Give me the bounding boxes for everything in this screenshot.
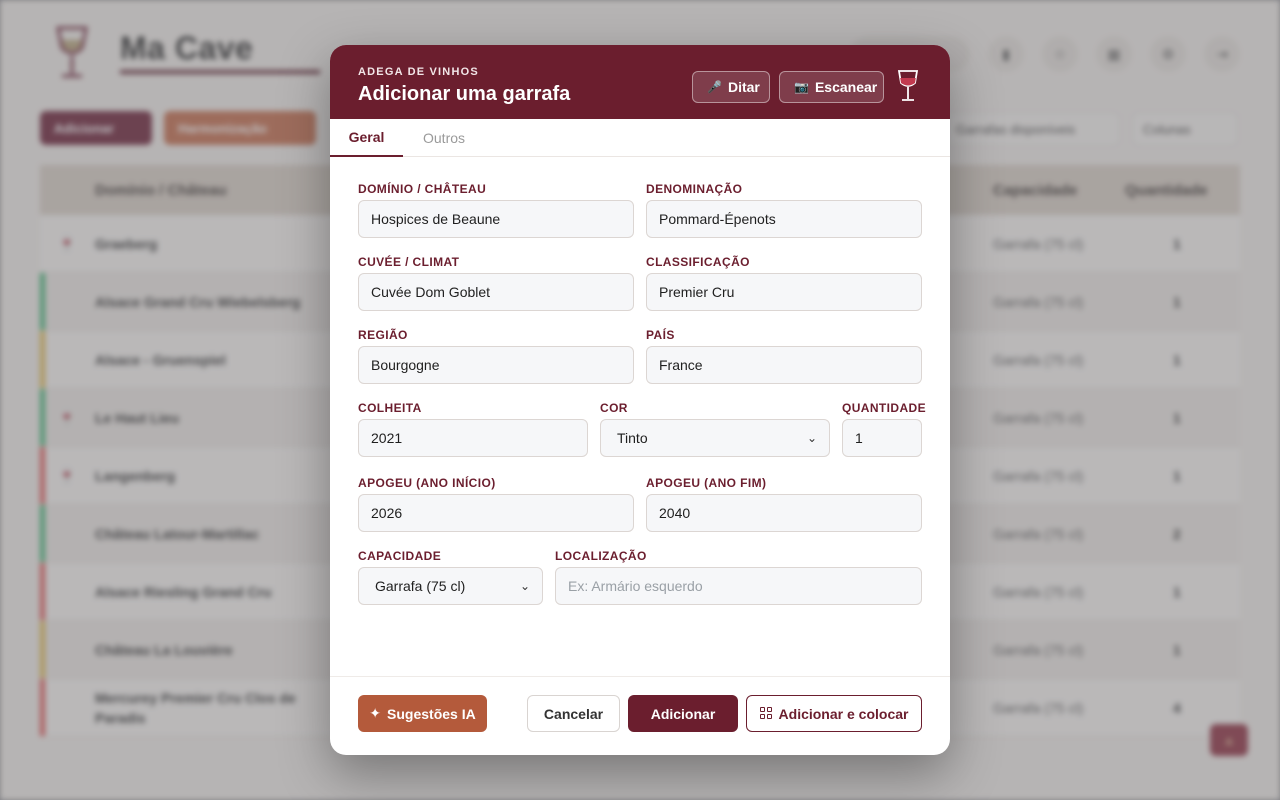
peak-start-label: APOGEU (ANO INÍCIO): [358, 476, 496, 490]
capacity-label: CAPACIDADE: [358, 549, 442, 563]
chevron-down-icon: ⌄: [806, 431, 817, 445]
denomination-label: DENOMINAÇÃO: [646, 182, 743, 196]
region-input[interactable]: Bourgogne: [358, 346, 634, 384]
country-input[interactable]: France: [646, 346, 922, 384]
color-label: COR: [600, 401, 628, 415]
ai-suggestions-label: Sugestões IA: [387, 705, 476, 722]
location-input[interactable]: Ex: Armário esquerdo: [555, 567, 922, 605]
capacity-select[interactable]: Garrafa (75 cl) ⌄: [358, 567, 543, 605]
country-label: PAÍS: [646, 328, 675, 342]
classification-label: CLASSIFICAÇÃO: [646, 255, 750, 269]
denomination-input[interactable]: Pommard-Épenots: [646, 200, 922, 238]
cuvee-input[interactable]: Cuvée Dom Goblet: [358, 273, 634, 311]
quantity-input[interactable]: 1: [842, 419, 922, 457]
peak-start-input[interactable]: 2026: [358, 494, 634, 532]
ai-suggestions-button[interactable]: ✦ Sugestões IA: [358, 695, 487, 732]
cuvee-label: CUVÉE / CLIMAT: [358, 255, 460, 269]
region-label: REGIÃO: [358, 328, 408, 342]
peak-end-label: APOGEU (ANO FIM): [646, 476, 767, 490]
add-and-place-label: Adicionar e colocar: [778, 705, 909, 722]
bottle-form: DOMÍNIO / CHÂTEAU Hospices de Beaune DEN…: [330, 45, 950, 676]
add-bottle-modal: ADEGA DE VINHOS Adicionar uma garrafa 🎤 …: [330, 45, 950, 755]
vintage-label: COLHEITA: [358, 401, 422, 415]
add-and-place-button[interactable]: Adicionar e colocar: [746, 695, 922, 732]
add-button[interactable]: Adicionar: [628, 695, 738, 732]
domain-label: DOMÍNIO / CHÂTEAU: [358, 182, 487, 196]
sparkle-icon: ✦: [369, 705, 382, 721]
capacity-select-value: Garrafa (75 cl): [375, 578, 466, 594]
vintage-input[interactable]: 2021: [358, 419, 588, 457]
classification-input[interactable]: Premier Cru: [646, 273, 922, 311]
chevron-down-icon: ⌄: [519, 579, 530, 593]
color-select[interactable]: Tinto ⌄: [600, 419, 830, 457]
modal-footer: ✦ Sugestões IA Cancelar Adicionar Adicio…: [330, 676, 950, 755]
quantity-label: QUANTIDADE: [842, 401, 926, 415]
location-label: LOCALIZAÇÃO: [555, 549, 647, 563]
grid-icon: [759, 707, 773, 720]
peak-end-input[interactable]: 2040: [646, 494, 922, 532]
cancel-button[interactable]: Cancelar: [527, 695, 620, 732]
domain-input[interactable]: Hospices de Beaune: [358, 200, 634, 238]
color-select-value: Tinto: [617, 430, 648, 446]
